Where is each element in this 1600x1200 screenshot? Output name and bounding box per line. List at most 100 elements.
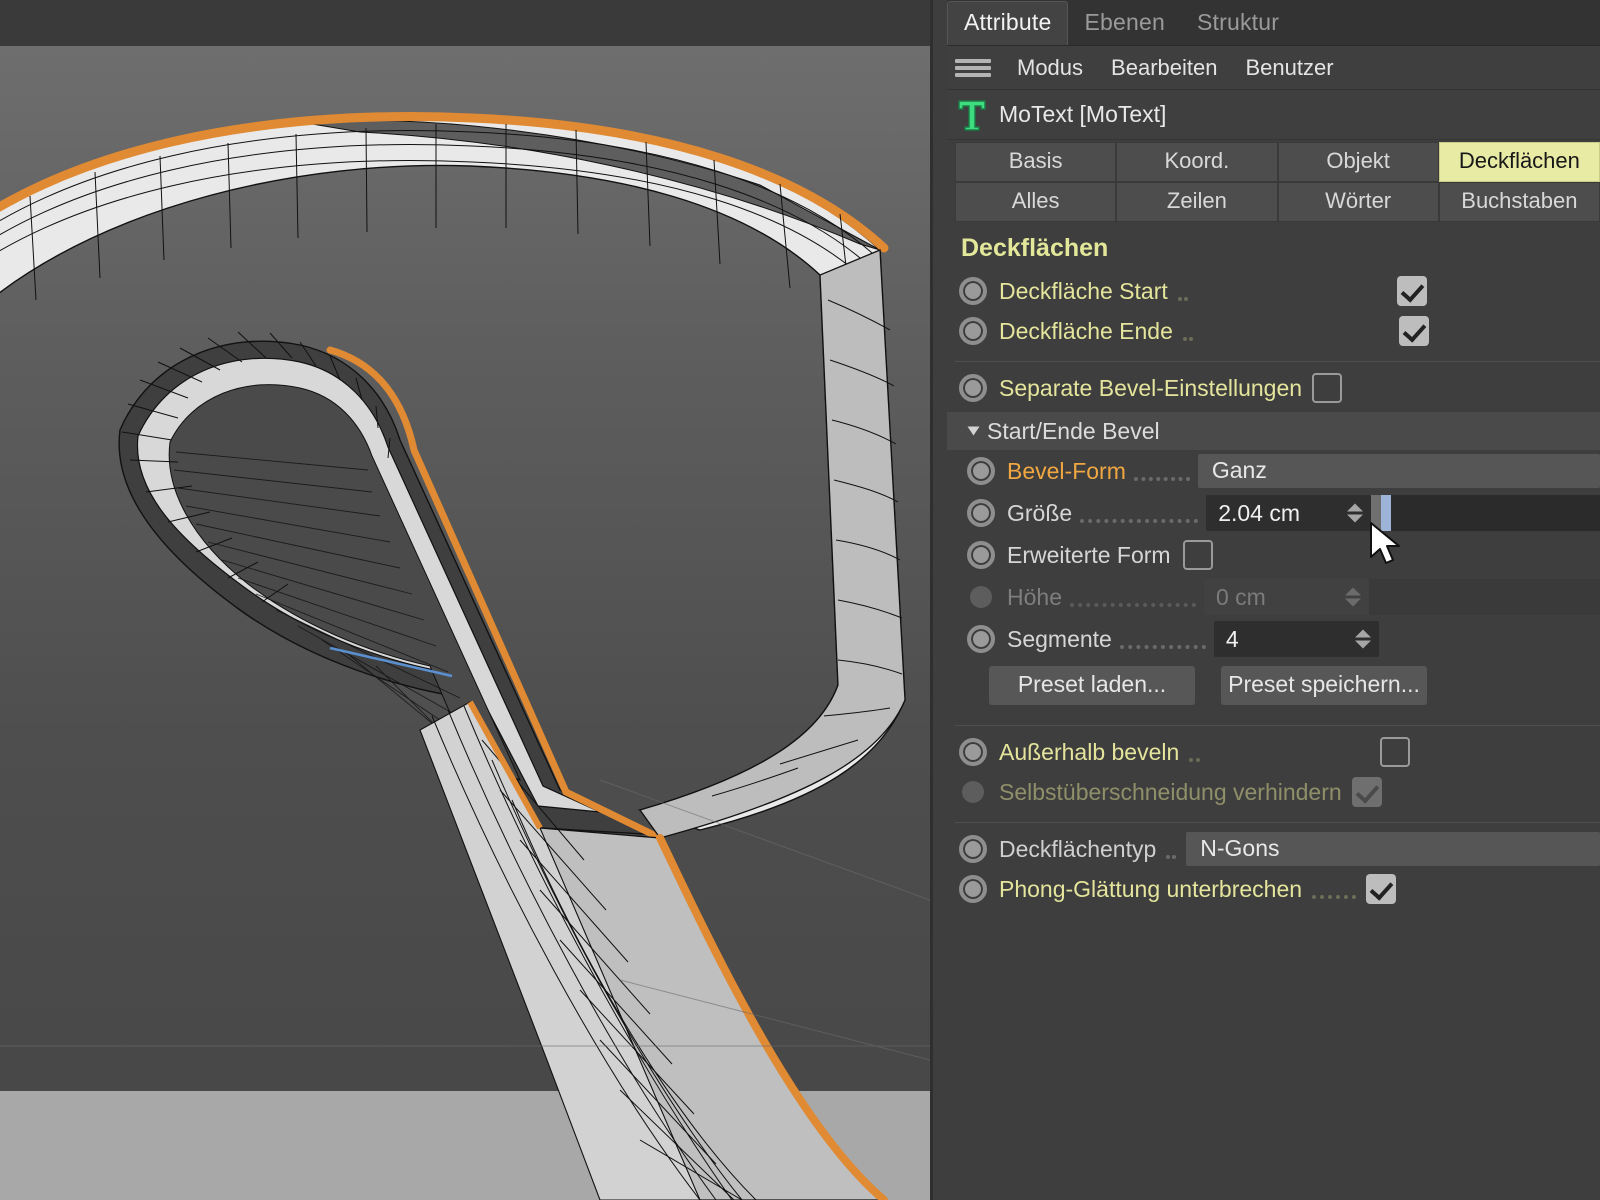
viewport-geometry	[0, 0, 930, 1200]
separator	[955, 822, 1600, 823]
input-groesse-value: 2.04 cm	[1218, 500, 1300, 527]
dropdown-deckflaechentyp[interactable]: N-Gons	[1186, 832, 1600, 866]
3d-viewport[interactable]	[0, 0, 930, 1200]
dot-leader	[1134, 477, 1190, 481]
menu-bearbeiten[interactable]: Bearbeiten	[1097, 53, 1231, 83]
panel-menubar: Modus Bearbeiten Benutzer	[947, 46, 1600, 90]
preset-save-button[interactable]: Preset speichern...	[1221, 666, 1427, 705]
animation-knob-icon[interactable]	[959, 835, 987, 863]
preset-button-row: Preset laden... Preset speichern...	[947, 660, 1600, 715]
panel-tabstrip: Attribute Ebenen Struktur	[947, 0, 1600, 46]
spinner-icon[interactable]	[1347, 504, 1363, 523]
mode-button-grid: Basis Koord. Objekt Deckflächen Alles Ze…	[947, 140, 1600, 222]
checkbox-selbstueberschneidung	[1352, 777, 1382, 807]
chevron-down-icon[interactable]	[968, 427, 980, 436]
dot-leader	[1178, 297, 1188, 301]
field-row-hoehe: Höhe 0 cm	[947, 576, 1600, 618]
dot-leader	[1183, 337, 1193, 341]
menu-benutzer[interactable]: Benutzer	[1231, 53, 1347, 83]
mode-button-woerter[interactable]: Wörter	[1278, 182, 1439, 222]
animation-knob-icon[interactable]	[959, 374, 987, 402]
dot-leader	[1189, 758, 1200, 762]
preset-load-button[interactable]: Preset laden...	[989, 666, 1195, 705]
object-header-row: MoText [MoText]	[947, 90, 1600, 140]
mode-button-row-2: Alles Zeilen Wörter Buchstaben	[955, 182, 1600, 222]
slider-hoehe-disabled	[1369, 579, 1600, 615]
dot-leader	[1120, 645, 1206, 649]
animation-knob-icon[interactable]	[959, 738, 987, 766]
arrow-cursor	[1369, 521, 1403, 569]
dot-leader	[1166, 855, 1176, 859]
field-row-groesse[interactable]: Größe 2.04 cm	[947, 492, 1600, 534]
animation-knob-icon[interactable]	[967, 457, 995, 485]
mode-button-row-1: Basis Koord. Objekt Deckflächen	[955, 142, 1600, 182]
mode-button-alles[interactable]: Alles	[955, 182, 1116, 222]
dot-leader	[1070, 603, 1196, 607]
slider-groesse[interactable]	[1371, 495, 1600, 531]
row-deckflaeche-start[interactable]: Deckfläche Start	[947, 271, 1600, 311]
row-deckflaeche-ende[interactable]: Deckfläche Ende	[947, 311, 1600, 351]
label-bevel-form: Bevel-Form	[1007, 458, 1126, 485]
animation-knob-icon[interactable]	[967, 499, 995, 527]
checkbox-phong-glaettung[interactable]	[1366, 874, 1396, 904]
field-row-erweiterte-form[interactable]: Erweiterte Form	[947, 534, 1600, 576]
section-header-start-ende-bevel[interactable]: Start/Ende Bevel	[947, 412, 1600, 450]
animation-knob-icon[interactable]	[967, 541, 995, 569]
dropdown-bevel-form[interactable]: Ganz	[1198, 454, 1600, 488]
label-selbstueberschneidung: Selbstüberschneidung verhindern	[999, 779, 1342, 806]
tab-attribute[interactable]: Attribute	[947, 1, 1068, 45]
label-separate-bevel: Separate Bevel-Einstellungen	[999, 375, 1302, 402]
animation-knob-icon[interactable]	[959, 317, 987, 345]
animation-knob-icon-disabled	[970, 586, 992, 608]
dot-leader	[1080, 519, 1198, 523]
tab-struktur[interactable]: Struktur	[1181, 2, 1295, 45]
dot-leader	[1312, 895, 1356, 899]
tab-ebenen[interactable]: Ebenen	[1068, 2, 1181, 45]
object-name-label: MoText [MoText]	[999, 101, 1166, 128]
mode-button-zeilen[interactable]: Zeilen	[1116, 182, 1277, 222]
label-hoehe: Höhe	[1007, 584, 1062, 611]
animation-knob-icon[interactable]	[967, 625, 995, 653]
input-segmente-value: 4	[1226, 626, 1239, 653]
row-separate-bevel[interactable]: Separate Bevel-Einstellungen	[947, 368, 1600, 408]
animation-knob-icon[interactable]	[959, 277, 987, 305]
section-title-label: Start/Ende Bevel	[987, 418, 1160, 445]
hamburger-menu-icon[interactable]	[955, 57, 991, 79]
mode-button-basis[interactable]: Basis	[955, 142, 1116, 182]
row-deckflaechentyp[interactable]: Deckflächentyp N-Gons	[947, 829, 1600, 869]
label-deckflaeche-start: Deckfläche Start	[999, 278, 1168, 305]
label-groesse: Größe	[1007, 500, 1072, 527]
label-deckflaeche-ende: Deckfläche Ende	[999, 318, 1173, 345]
label-deckflaechentyp: Deckflächentyp	[999, 836, 1156, 863]
spinner-icon[interactable]	[1355, 630, 1371, 649]
mode-button-buchstaben[interactable]: Buchstaben	[1439, 182, 1600, 222]
mode-button-deckflaechen[interactable]: Deckflächen	[1439, 142, 1600, 182]
checkbox-deckflaeche-ende[interactable]	[1399, 316, 1429, 346]
field-row-bevel-form[interactable]: Bevel-Form Ganz	[947, 450, 1600, 492]
checkbox-ausserhalb-beveln[interactable]	[1380, 737, 1410, 767]
input-groesse[interactable]: 2.04 cm	[1206, 495, 1371, 531]
checkbox-deckflaeche-start[interactable]	[1397, 276, 1427, 306]
label-segmente: Segmente	[1007, 626, 1112, 653]
label-phong-glaettung: Phong-Glättung unterbrechen	[999, 876, 1302, 903]
group-title-deckflaechen: Deckflächen	[947, 222, 1600, 271]
label-erweiterte-form: Erweiterte Form	[1007, 542, 1171, 569]
animation-knob-icon[interactable]	[959, 875, 987, 903]
row-selbstueberschneidung: Selbstüberschneidung verhindern	[947, 772, 1600, 812]
animation-knob-icon-disabled	[962, 781, 984, 803]
mode-button-objekt[interactable]: Objekt	[1278, 142, 1439, 182]
mode-button-koord[interactable]: Koord.	[1116, 142, 1277, 182]
motext-t-icon	[955, 97, 989, 133]
checkbox-erweiterte-form[interactable]	[1183, 540, 1213, 570]
input-hoehe: 0 cm	[1204, 579, 1369, 615]
row-ausserhalb-beveln[interactable]: Außerhalb beveln	[947, 732, 1600, 772]
panel-content: Deckflächen Deckfläche Start Deckfläche …	[947, 222, 1600, 909]
field-row-segmente[interactable]: Segmente 4	[947, 618, 1600, 660]
checkbox-separate-bevel[interactable]	[1312, 373, 1342, 403]
row-phong-glaettung[interactable]: Phong-Glättung unterbrechen	[947, 869, 1600, 909]
input-segmente[interactable]: 4	[1214, 621, 1379, 657]
menu-modus[interactable]: Modus	[1003, 53, 1097, 83]
attribute-manager-panel: Attribute Ebenen Struktur Modus Bearbeit…	[930, 0, 1600, 1200]
separator	[955, 725, 1600, 726]
input-hoehe-value: 0 cm	[1216, 584, 1266, 611]
